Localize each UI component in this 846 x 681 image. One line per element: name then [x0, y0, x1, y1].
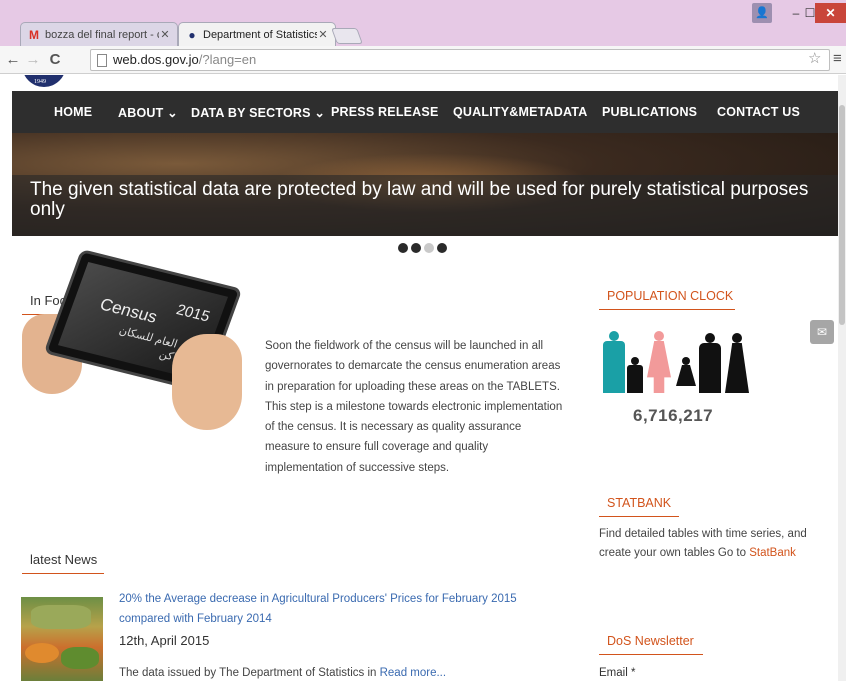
latest-news-title: latest News — [30, 552, 98, 567]
population-family-icon — [602, 327, 752, 393]
slider-dot-active[interactable] — [424, 243, 434, 253]
population-clock-underline — [599, 309, 735, 310]
nav-quality-metadata[interactable]: QUALITY&METADATA — [453, 105, 587, 119]
vegetable-shape — [31, 605, 91, 629]
grandmother-figure-icon — [724, 333, 750, 393]
tab-department-of-statistics[interactable]: ● Department of Statistics ✕ — [178, 22, 336, 46]
nav-publications[interactable]: PUBLICATIONS — [602, 105, 697, 119]
news-excerpt: The data issued by The Department of Sta… — [119, 667, 446, 679]
grandfather-figure-icon — [698, 333, 722, 393]
back-arrow-icon[interactable]: ← — [4, 50, 22, 70]
url-host: web.dos.gov.jo — [113, 52, 199, 67]
news-date: 12th, April 2015 — [119, 633, 210, 648]
nav-press-release[interactable]: PRESS RELEASE — [331, 105, 439, 119]
vegetable-shape — [25, 643, 59, 663]
boy-figure-icon — [626, 357, 644, 393]
man-figure-icon — [602, 331, 626, 393]
nav-home[interactable]: HOME — [54, 105, 92, 119]
close-tab-icon[interactable]: ✕ — [159, 28, 171, 41]
in-focus-body: Soon the fieldwork of the census will be… — [265, 340, 563, 474]
close-window-icon[interactable]: ✕ — [815, 3, 846, 23]
page-viewport: 1949 HOME ABOUT ⌄ DATA BY SECTORS ⌄ PRES… — [0, 75, 846, 681]
tab-gmail[interactable]: M bozza del final report - ce ✕ — [20, 22, 178, 46]
hamburger-menu-icon[interactable]: ≡ — [833, 50, 842, 67]
right-hand-shape — [172, 334, 242, 430]
main-navigation: HOME ABOUT ⌄ DATA BY SECTORS ⌄ PRESS REL… — [12, 91, 838, 133]
news-thumbnail-image[interactable] — [21, 597, 103, 681]
email-label: Email * — [599, 667, 636, 679]
census-tablet-image[interactable]: 2015 Census التعداد العام للسكان والمساك… — [22, 248, 243, 431]
statbank-title: STATBANK — [607, 496, 672, 510]
tab-title: Department of Statistics — [203, 28, 317, 41]
new-tab-button[interactable] — [331, 28, 363, 44]
newsletter-title: DoS Newsletter — [607, 634, 694, 648]
newsletter-underline — [599, 654, 703, 655]
girl-figure-icon — [676, 357, 696, 393]
read-more-link[interactable]: Read more... — [380, 667, 446, 679]
slider-dot[interactable] — [398, 243, 408, 253]
address-bar[interactable]: web.dos.gov.jo/?lang=en — [90, 49, 830, 71]
page-icon — [97, 54, 107, 67]
woman-figure-icon — [646, 331, 672, 393]
mail-envelope-icon[interactable]: ✉ — [810, 320, 834, 344]
gmail-icon: M — [29, 27, 39, 42]
latest-news-underline — [22, 573, 104, 574]
scrollbar-thumb[interactable] — [839, 105, 845, 325]
tab-title: bozza del final report - ce — [45, 28, 159, 41]
browser-titlebar: M bozza del final report - ce ✕ ● Depart… — [0, 0, 846, 46]
nav-contact-us[interactable]: CONTACT US — [717, 105, 800, 119]
slider-dot[interactable] — [411, 243, 421, 253]
reload-icon[interactable]: C — [46, 50, 64, 70]
population-count: 6,716,217 — [633, 406, 714, 425]
vegetable-shape — [61, 647, 99, 669]
user-profile-icon[interactable]: 👤 — [752, 3, 772, 23]
dos-logo-icon: ● — [188, 27, 196, 42]
news-excerpt-text: The data issued by The Department of Sta… — [119, 667, 380, 679]
logo-year: 1949 — [34, 79, 46, 85]
slider-dot[interactable] — [437, 243, 447, 253]
bookmark-star-icon[interactable]: ☆ — [808, 49, 821, 67]
statbank-underline — [599, 516, 679, 517]
statbank-link[interactable]: StatBank — [749, 547, 796, 559]
banner-caption: The given statistical data are protected… — [12, 175, 838, 236]
url-path: /?lang=en — [198, 52, 257, 67]
hero-banner[interactable]: The given statistical data are protected… — [12, 133, 838, 236]
nav-data-by-sectors[interactable]: DATA BY SECTORS ⌄ — [191, 105, 325, 120]
page-scrollbar[interactable] — [838, 75, 846, 681]
statbank-description: Find detailed tables with time series, a… — [599, 525, 839, 563]
nav-about[interactable]: ABOUT ⌄ — [118, 105, 178, 120]
population-clock-title: POPULATION CLOCK — [607, 289, 734, 303]
site-logo[interactable]: 1949 — [22, 75, 66, 87]
close-tab-icon[interactable]: ✕ — [317, 28, 329, 41]
news-headline-link[interactable]: 20% the Average decrease in Agricultural… — [119, 590, 569, 629]
tablet-year: 2015 — [173, 301, 213, 326]
forward-arrow-icon[interactable]: → — [24, 50, 42, 70]
browser-toolbar: ← → C web.dos.gov.jo/?lang=en ☆ ≡ — [0, 46, 846, 74]
slider-pagination — [398, 243, 447, 253]
